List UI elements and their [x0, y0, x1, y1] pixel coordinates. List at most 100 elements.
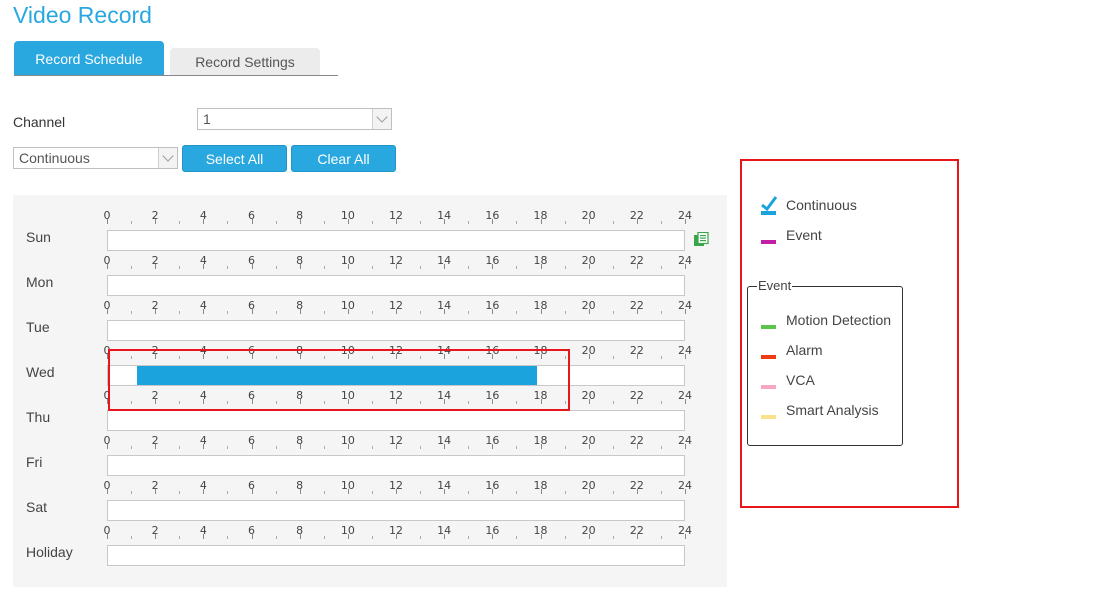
hour-tick — [516, 491, 518, 494]
hour-tick — [396, 309, 397, 314]
hour-tick — [155, 489, 157, 494]
hour-tick — [107, 489, 108, 494]
hour-tick — [612, 356, 614, 359]
hour-tick — [396, 489, 397, 494]
record-type-select[interactable]: Continuous — [13, 147, 178, 169]
copy-icon[interactable] — [693, 232, 710, 247]
hour-tick — [179, 491, 181, 494]
hour-tick — [636, 264, 638, 269]
hour-tick — [299, 219, 301, 224]
hour-tick — [155, 264, 157, 269]
hour-tick — [251, 219, 253, 224]
hour-tick — [299, 534, 301, 539]
hour-tick — [612, 266, 614, 269]
hour-tick — [636, 444, 638, 449]
hour-tick — [347, 489, 349, 494]
hour-tick — [131, 491, 133, 494]
day-timeline-bar[interactable] — [107, 545, 685, 566]
hour-tick — [251, 489, 253, 494]
hour-tick — [203, 309, 205, 314]
legend-alarm-label: Alarm — [786, 342, 823, 358]
hour-tick — [251, 264, 253, 269]
schedule-row: Sat 0 2 4 6 8 10 12 14 16 18 20 22 24 — [13, 465, 727, 521]
hour-tick — [516, 266, 518, 269]
hour-tick — [685, 264, 686, 269]
hour-tick — [660, 536, 662, 539]
hour-tick — [227, 491, 229, 494]
hour-tick — [564, 446, 566, 449]
hour-tick — [588, 264, 590, 269]
hour-tick — [685, 534, 686, 539]
hour-tick — [685, 309, 686, 314]
tab-record-settings[interactable]: Record Settings — [170, 48, 320, 76]
hour-tick — [564, 311, 566, 314]
hour-tick — [107, 534, 108, 539]
hour-tick — [612, 536, 614, 539]
hour-tick — [131, 311, 133, 314]
hour-tick — [516, 311, 518, 314]
legend-event-swatch — [761, 240, 776, 244]
hour-tick — [299, 309, 301, 314]
hour-tick — [107, 219, 108, 224]
hour-tick — [371, 536, 373, 539]
hour-tick — [444, 309, 446, 314]
hour-tick — [636, 399, 638, 404]
hour-scale: 0 2 4 6 8 10 12 14 16 18 20 22 24 — [104, 210, 692, 224]
hour-tick — [227, 311, 229, 314]
hour-tick — [251, 309, 253, 314]
hour-tick — [540, 219, 542, 224]
hour-tick — [323, 221, 325, 224]
legend-motion-swatch — [761, 325, 776, 329]
hour-tick — [540, 309, 542, 314]
highlight-box-wed — [108, 349, 570, 411]
hour-tick — [540, 489, 542, 494]
hour-tick — [660, 491, 662, 494]
hour-tick — [468, 446, 470, 449]
hour-tick — [347, 444, 349, 449]
hour-tick — [275, 266, 277, 269]
hour-tick — [251, 534, 253, 539]
hour-tick — [179, 536, 181, 539]
hour-tick — [492, 489, 494, 494]
hour-tick — [155, 444, 157, 449]
hour-scale: 0 2 4 6 8 10 12 14 16 18 20 22 24 — [104, 435, 692, 449]
hour-tick — [347, 309, 349, 314]
check-icon — [761, 196, 778, 215]
hour-tick — [227, 536, 229, 539]
day-label: Holiday — [26, 544, 73, 560]
hour-tick — [468, 311, 470, 314]
hour-tick — [131, 221, 133, 224]
chevron-down-icon — [158, 148, 177, 168]
clear-all-button[interactable]: Clear All — [291, 145, 396, 172]
hour-tick — [203, 489, 205, 494]
hour-tick — [468, 536, 470, 539]
tab-record-schedule[interactable]: Record Schedule — [14, 41, 164, 76]
hour-tick — [347, 534, 349, 539]
hour-tick — [564, 536, 566, 539]
hour-tick — [347, 219, 349, 224]
legend-smart-swatch — [761, 415, 776, 419]
hour-tick — [371, 311, 373, 314]
hour-tick — [685, 489, 686, 494]
channel-select-value: 1 — [203, 111, 211, 127]
hour-tick — [371, 221, 373, 224]
hour-tick — [636, 219, 638, 224]
select-all-button[interactable]: Select All — [182, 145, 287, 172]
hour-tick — [636, 489, 638, 494]
hour-tick — [540, 264, 542, 269]
hour-tick — [275, 536, 277, 539]
hour-tick — [636, 534, 638, 539]
hour-tick — [444, 444, 446, 449]
hour-tick — [588, 399, 590, 404]
hour-tick — [275, 446, 277, 449]
hour-tick — [203, 444, 205, 449]
hour-tick — [492, 309, 494, 314]
hour-scale: 0 2 4 6 8 10 12 14 16 18 20 22 24 — [104, 525, 692, 539]
hour-tick — [396, 534, 397, 539]
hour-tick — [540, 444, 542, 449]
hour-tick — [636, 309, 638, 314]
channel-select[interactable]: 1 — [197, 108, 392, 130]
hour-tick — [492, 444, 494, 449]
hour-scale: 0 2 4 6 8 10 12 14 16 18 20 22 24 — [104, 300, 692, 314]
hour-scale: 0 2 4 6 8 10 12 14 16 18 20 22 24 — [104, 480, 692, 494]
